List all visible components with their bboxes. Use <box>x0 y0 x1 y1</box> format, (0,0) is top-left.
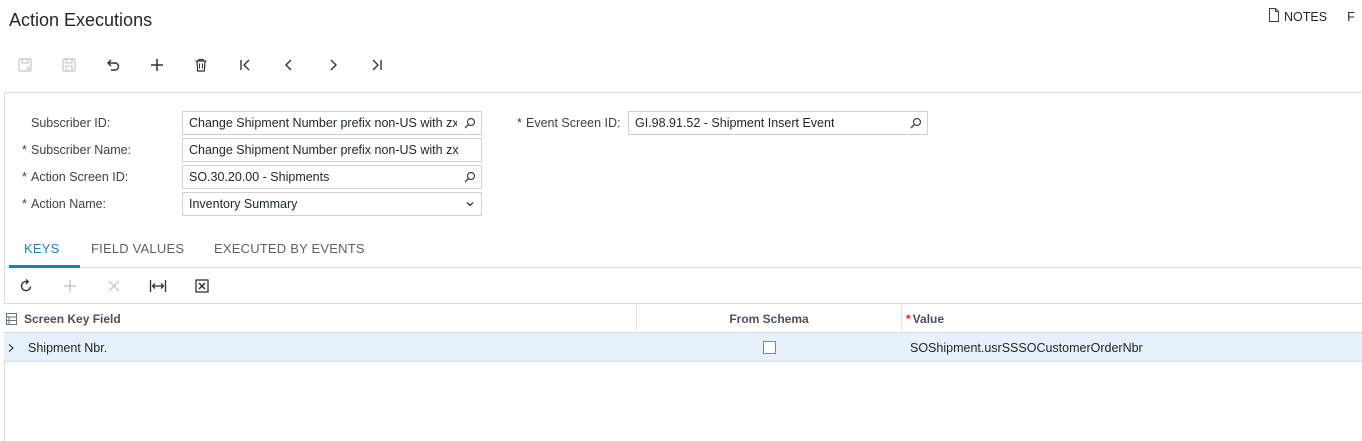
action-screen-id-value: SO.30.20.00 - Shipments <box>189 170 330 184</box>
delete-button[interactable] <box>186 50 216 80</box>
top-links: NOTES F <box>1268 8 1355 25</box>
undo-button[interactable] <box>98 50 128 80</box>
grid-header: Screen Key Field From Schema * Value <box>4 304 1362 333</box>
event-screen-id-label: * Event Screen ID: <box>517 116 621 130</box>
next-record-button[interactable] <box>318 50 348 80</box>
event-screen-id-value: GI.98.91.52 - Shipment Insert Event <box>635 116 835 130</box>
subscriber-name-label: * Subscriber Name: <box>22 143 132 157</box>
subscriber-id-value: Change Shipment Number prefix non-US wit… <box>189 116 457 130</box>
trash-icon <box>195 58 207 72</box>
add-button[interactable] <box>142 50 172 80</box>
required-marker: * <box>22 197 27 211</box>
action-name-value: Inventory Summary <box>189 197 298 211</box>
required-marker: * <box>22 170 27 184</box>
search-icon[interactable] <box>463 116 477 130</box>
close-icon <box>108 280 120 292</box>
first-record-button[interactable] <box>230 50 260 80</box>
column-value[interactable]: * Value <box>906 304 944 333</box>
subscriber-id-label: Subscriber ID: <box>31 116 111 130</box>
subscriber-id-field[interactable]: Change Shipment Number prefix non-US wit… <box>182 111 482 135</box>
tab-field-values[interactable]: FIELD VALUES <box>91 241 184 256</box>
table-row[interactable]: Shipment Nbr. SOShipment.usrSSSOCustomer… <box>4 333 1362 362</box>
plus-icon <box>151 59 163 71</box>
tab-executed-by-events[interactable]: EXECUTED BY EVENTS <box>214 241 365 256</box>
required-marker: * <box>22 143 27 157</box>
search-icon[interactable] <box>909 116 923 130</box>
chevron-down-icon[interactable] <box>463 197 477 211</box>
tab-bar: KEYS FIELD VALUES EXECUTED BY EVENTS <box>4 230 1362 268</box>
from-schema-checkbox[interactable] <box>762 341 776 354</box>
cancel-edit-button[interactable] <box>10 50 40 80</box>
chevron-left-icon <box>285 59 292 71</box>
column-from-schema[interactable]: From Schema <box>637 304 901 333</box>
disk-cancel-icon <box>18 58 32 72</box>
save-icon <box>62 58 76 72</box>
previous-record-button[interactable] <box>274 50 304 80</box>
notes-button[interactable]: NOTES <box>1268 8 1327 25</box>
chevron-right-icon <box>330 59 337 71</box>
page-title: Action Executions <box>9 10 153 30</box>
cell-value[interactable]: SOShipment.usrSSSOCustomerOrderNbr <box>910 333 1143 362</box>
document-icon <box>1268 8 1280 25</box>
notes-label: NOTES <box>1284 9 1328 24</box>
save-button[interactable] <box>54 50 84 80</box>
undo-icon <box>107 59 120 71</box>
keys-grid: Screen Key Field From Schema * Value Shi… <box>4 304 1362 362</box>
column-settings-icon[interactable] <box>6 304 17 333</box>
row-expand-icon[interactable] <box>7 333 15 362</box>
subscriber-name-field[interactable]: Change Shipment Number prefix non-US wit… <box>182 138 482 162</box>
export-excel-button[interactable] <box>190 275 214 297</box>
column-divider <box>901 304 902 333</box>
excel-icon <box>195 279 209 293</box>
action-name-label: * Action Name: <box>22 197 107 211</box>
last-icon <box>372 59 382 71</box>
refresh-button[interactable] <box>14 275 38 297</box>
last-record-button[interactable] <box>362 50 392 80</box>
cell-from-schema[interactable] <box>637 333 901 362</box>
column-screen-key-field[interactable]: Screen Key Field <box>24 304 121 333</box>
add-row-button[interactable] <box>58 275 82 297</box>
fit-width-icon <box>149 280 167 292</box>
main-toolbar <box>0 50 1362 80</box>
delete-row-button[interactable] <box>102 275 126 297</box>
event-screen-id-field[interactable]: GI.98.91.52 - Shipment Insert Event <box>628 111 928 135</box>
grid-toolbar <box>4 268 1362 304</box>
search-icon[interactable] <box>463 170 477 184</box>
subscriber-name-value: Change Shipment Number prefix non-US wit… <box>189 143 459 157</box>
column-value-label: Value <box>912 311 945 326</box>
required-marker: * <box>906 311 911 326</box>
action-screen-id-label: * Action Screen ID: <box>22 170 129 184</box>
cell-screen-key-field[interactable]: Shipment Nbr. <box>28 333 107 362</box>
tab-keys[interactable]: KEYS <box>24 241 59 256</box>
action-screen-id-field[interactable]: SO.30.20.00 - Shipments <box>182 165 482 189</box>
first-icon <box>240 59 250 71</box>
action-name-select[interactable]: Inventory Summary <box>182 192 482 216</box>
required-marker: * <box>517 116 522 130</box>
files-button[interactable]: F <box>1347 10 1355 24</box>
fit-to-screen-button[interactable] <box>146 275 170 297</box>
refresh-icon <box>20 279 32 292</box>
plus-icon <box>64 280 76 292</box>
